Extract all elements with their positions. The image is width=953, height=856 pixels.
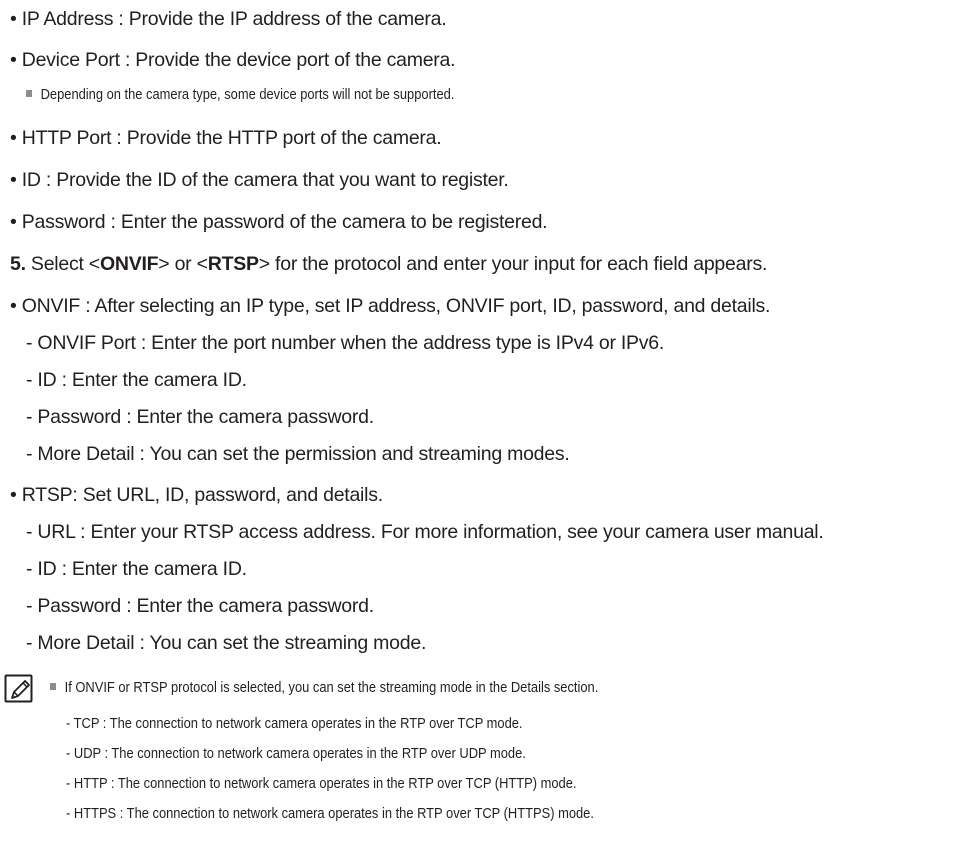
note-pencil-icon [4, 674, 33, 703]
onvif-item: - Password : Enter the camera password. [26, 406, 374, 428]
bullet-password: • Password : Enter the password of the c… [10, 211, 548, 233]
bullet-id: • ID : Provide the ID of the camera that… [10, 169, 509, 191]
rtsp-heading: • RTSP: Set URL, ID, password, and detai… [10, 484, 383, 506]
rtsp-item: - Password : Enter the camera password. [26, 595, 374, 617]
bullet-device-port: • Device Port : Provide the device port … [10, 49, 456, 71]
rtsp-item: - URL : Enter your RTSP access address. … [26, 521, 824, 543]
note-item: - TCP : The connection to network camera… [66, 715, 523, 732]
note-item: - HTTPS : The connection to network came… [66, 805, 594, 822]
rtsp-item: - ID : Enter the camera ID. [26, 558, 247, 580]
note-item: - HTTP : The connection to network camer… [66, 775, 577, 792]
square-bullet-icon [50, 683, 57, 690]
onvif-item: - ID : Enter the camera ID. [26, 369, 247, 391]
bullet-http-port: • HTTP Port : Provide the HTTP port of t… [10, 127, 442, 149]
onvif-item: - More Detail : You can set the permissi… [26, 443, 570, 465]
onvif-heading: • ONVIF : After selecting an IP type, se… [10, 295, 771, 317]
onvif-item: - ONVIF Port : Enter the port number whe… [26, 332, 665, 354]
rtsp-item: - More Detail : You can set the streamin… [26, 632, 427, 654]
bullet-ip-address: • IP Address : Provide the IP address of… [10, 8, 447, 30]
note-main: If ONVIF or RTSP protocol is selected, y… [50, 680, 598, 695]
step-5: 5. Select <ONVIF> or <RTSP> for the prot… [10, 253, 768, 275]
device-port-note: Depending on the camera type, some devic… [26, 87, 454, 102]
note-item: - UDP : The connection to network camera… [66, 745, 526, 762]
square-bullet-icon [26, 90, 33, 97]
